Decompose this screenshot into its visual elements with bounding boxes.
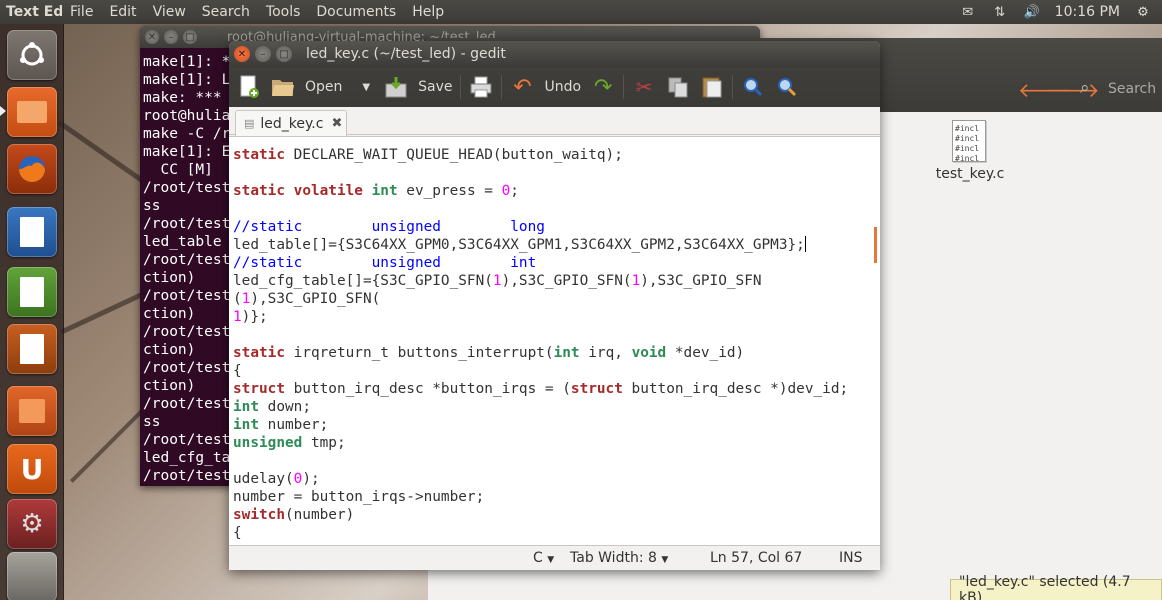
minimize-icon[interactable]: – xyxy=(255,46,271,62)
close-icon[interactable]: ✖ xyxy=(331,116,342,131)
tab-width-label: Tab Width: 8 xyxy=(570,550,657,566)
system-tray: ✉ ⇅ 🔊 10:16 PM ⚙ xyxy=(959,0,1162,24)
launcher: U ⚙ xyxy=(0,24,64,600)
software-center-icon[interactable] xyxy=(7,386,57,436)
maximize-icon[interactable]: □ xyxy=(183,30,197,44)
gedit-toolbar: Open ▼ Save ↶ Undo ↷ ✂ xyxy=(229,67,880,107)
search-icon[interactable]: ⌕ xyxy=(1080,78,1090,98)
toolbar-separator xyxy=(460,75,462,99)
scissors-icon: ✂ xyxy=(635,75,653,99)
open-button[interactable]: Open ▼ xyxy=(271,67,370,107)
document-icon: ▤ xyxy=(244,117,255,130)
chevron-down-icon: ▼ xyxy=(661,555,669,565)
new-document-icon xyxy=(237,75,261,99)
toolbar-separator xyxy=(501,75,503,99)
file-preview-line: #incl xyxy=(955,134,980,143)
cursor-position: Ln 57, Col 67 xyxy=(710,550,803,566)
save-icon xyxy=(384,75,408,99)
toolbar-separator xyxy=(623,75,625,99)
ubuntu-one-icon[interactable]: U xyxy=(7,444,57,494)
impress-icon[interactable] xyxy=(7,324,57,374)
power-gear-icon[interactable]: ⚙ xyxy=(1134,5,1152,20)
tab-bar: ▤ led_key.c ✖ xyxy=(229,107,880,136)
workspace-switcher-icon[interactable] xyxy=(7,552,57,600)
search-button[interactable]: Search xyxy=(1108,81,1156,97)
close-icon[interactable]: ✕ xyxy=(145,30,159,44)
writer-icon[interactable] xyxy=(7,207,57,257)
undo-label: Undo xyxy=(544,79,582,95)
tab-led-key[interactable]: ▤ led_key.c ✖ xyxy=(235,110,347,136)
volume-icon[interactable]: 🔊 xyxy=(1023,5,1041,20)
top-panel: Text Ed File Edit View Search Tools Docu… xyxy=(0,0,1162,24)
menu-help[interactable]: Help xyxy=(404,4,452,20)
selection-status: "led_key.c" selected (4.7 kB) xyxy=(950,574,1162,600)
save-button[interactable]: Save xyxy=(384,67,452,107)
insert-mode: INS xyxy=(839,550,863,566)
replace-button[interactable] xyxy=(775,67,799,107)
minimize-icon[interactable]: – xyxy=(164,30,178,44)
status-bar: C ▼ Tab Width: 8 ▼ Ln 57, Col 67 INS xyxy=(229,546,880,570)
code-text[interactable]: static DECLARE_WAIT_QUEUE_HEAD(button_wa… xyxy=(229,137,880,542)
menu-search[interactable]: Search xyxy=(194,4,258,20)
language-label: C xyxy=(533,550,543,566)
maximize-icon[interactable]: □ xyxy=(276,46,292,62)
open-label: Open xyxy=(305,79,343,95)
clock[interactable]: 10:16 PM xyxy=(1055,4,1120,20)
gedit-titlebar[interactable]: ✕ – □ led_key.c (~/test_led) - gedit xyxy=(229,41,880,67)
window-title: led_key.c (~/test_led) - gedit xyxy=(306,46,506,62)
firefox-icon[interactable] xyxy=(7,144,57,194)
file-preview-line: #incl xyxy=(955,124,980,133)
calc-icon[interactable] xyxy=(7,267,57,317)
dash-home-icon[interactable] xyxy=(7,30,57,80)
file-preview-line: #incl xyxy=(955,154,980,163)
redo-arrow-icon: ↷ xyxy=(593,74,613,100)
forward-arrow-icon[interactable]: 🡒 xyxy=(1046,78,1100,102)
network-icon[interactable]: ⇅ xyxy=(991,5,1009,20)
menu-file[interactable]: File xyxy=(62,4,101,20)
undo-button[interactable]: ↶ Undo xyxy=(510,67,581,107)
language-selector[interactable]: C ▼ xyxy=(533,550,554,566)
chevron-down-icon[interactable]: ▼ xyxy=(362,82,370,93)
new-button[interactable] xyxy=(237,67,261,107)
search-icon xyxy=(741,75,765,99)
scroll-position-marker[interactable] xyxy=(874,227,877,263)
toolbar-separator xyxy=(732,75,734,99)
clipboard-icon xyxy=(700,75,724,99)
print-button[interactable] xyxy=(469,67,493,107)
close-icon[interactable]: ✕ xyxy=(234,46,250,62)
find-button[interactable] xyxy=(741,67,765,107)
menu-edit[interactable]: Edit xyxy=(101,4,144,20)
c-file-icon[interactable]: #incl #incl #incl #incl xyxy=(952,120,986,163)
folder-open-icon xyxy=(271,75,295,99)
tab-label: led_key.c xyxy=(260,115,324,132)
menu-view[interactable]: View xyxy=(145,4,194,20)
files-folder-icon[interactable] xyxy=(7,87,57,137)
system-settings-icon[interactable]: ⚙ xyxy=(7,499,57,549)
save-label: Save xyxy=(418,79,453,95)
code-editor[interactable]: static DECLARE_WAIT_QUEUE_HEAD(button_wa… xyxy=(229,136,880,546)
redo-button[interactable]: ↷ xyxy=(591,67,615,107)
chevron-down-icon: ▼ xyxy=(547,555,555,565)
cut-button[interactable]: ✂ xyxy=(632,67,656,107)
mail-icon[interactable]: ✉ xyxy=(959,5,977,20)
menu-documents[interactable]: Documents xyxy=(308,4,404,20)
undo-arrow-icon: ↶ xyxy=(513,74,532,100)
app-name: Text Ed xyxy=(6,4,62,20)
file-label[interactable]: test_key.c xyxy=(928,166,1012,182)
gedit-window[interactable]: ✕ – □ led_key.c (~/test_led) - gedit Ope… xyxy=(229,41,880,570)
copy-icon xyxy=(666,75,690,99)
tab-width-selector[interactable]: Tab Width: 8 ▼ xyxy=(570,550,668,566)
copy-button[interactable] xyxy=(666,67,690,107)
paste-button[interactable] xyxy=(700,67,724,107)
active-arrow-icon xyxy=(0,106,6,116)
find-replace-icon xyxy=(775,75,799,99)
menu-tools[interactable]: Tools xyxy=(258,4,309,20)
file-preview-line: #incl xyxy=(955,144,980,153)
printer-icon xyxy=(469,75,493,99)
